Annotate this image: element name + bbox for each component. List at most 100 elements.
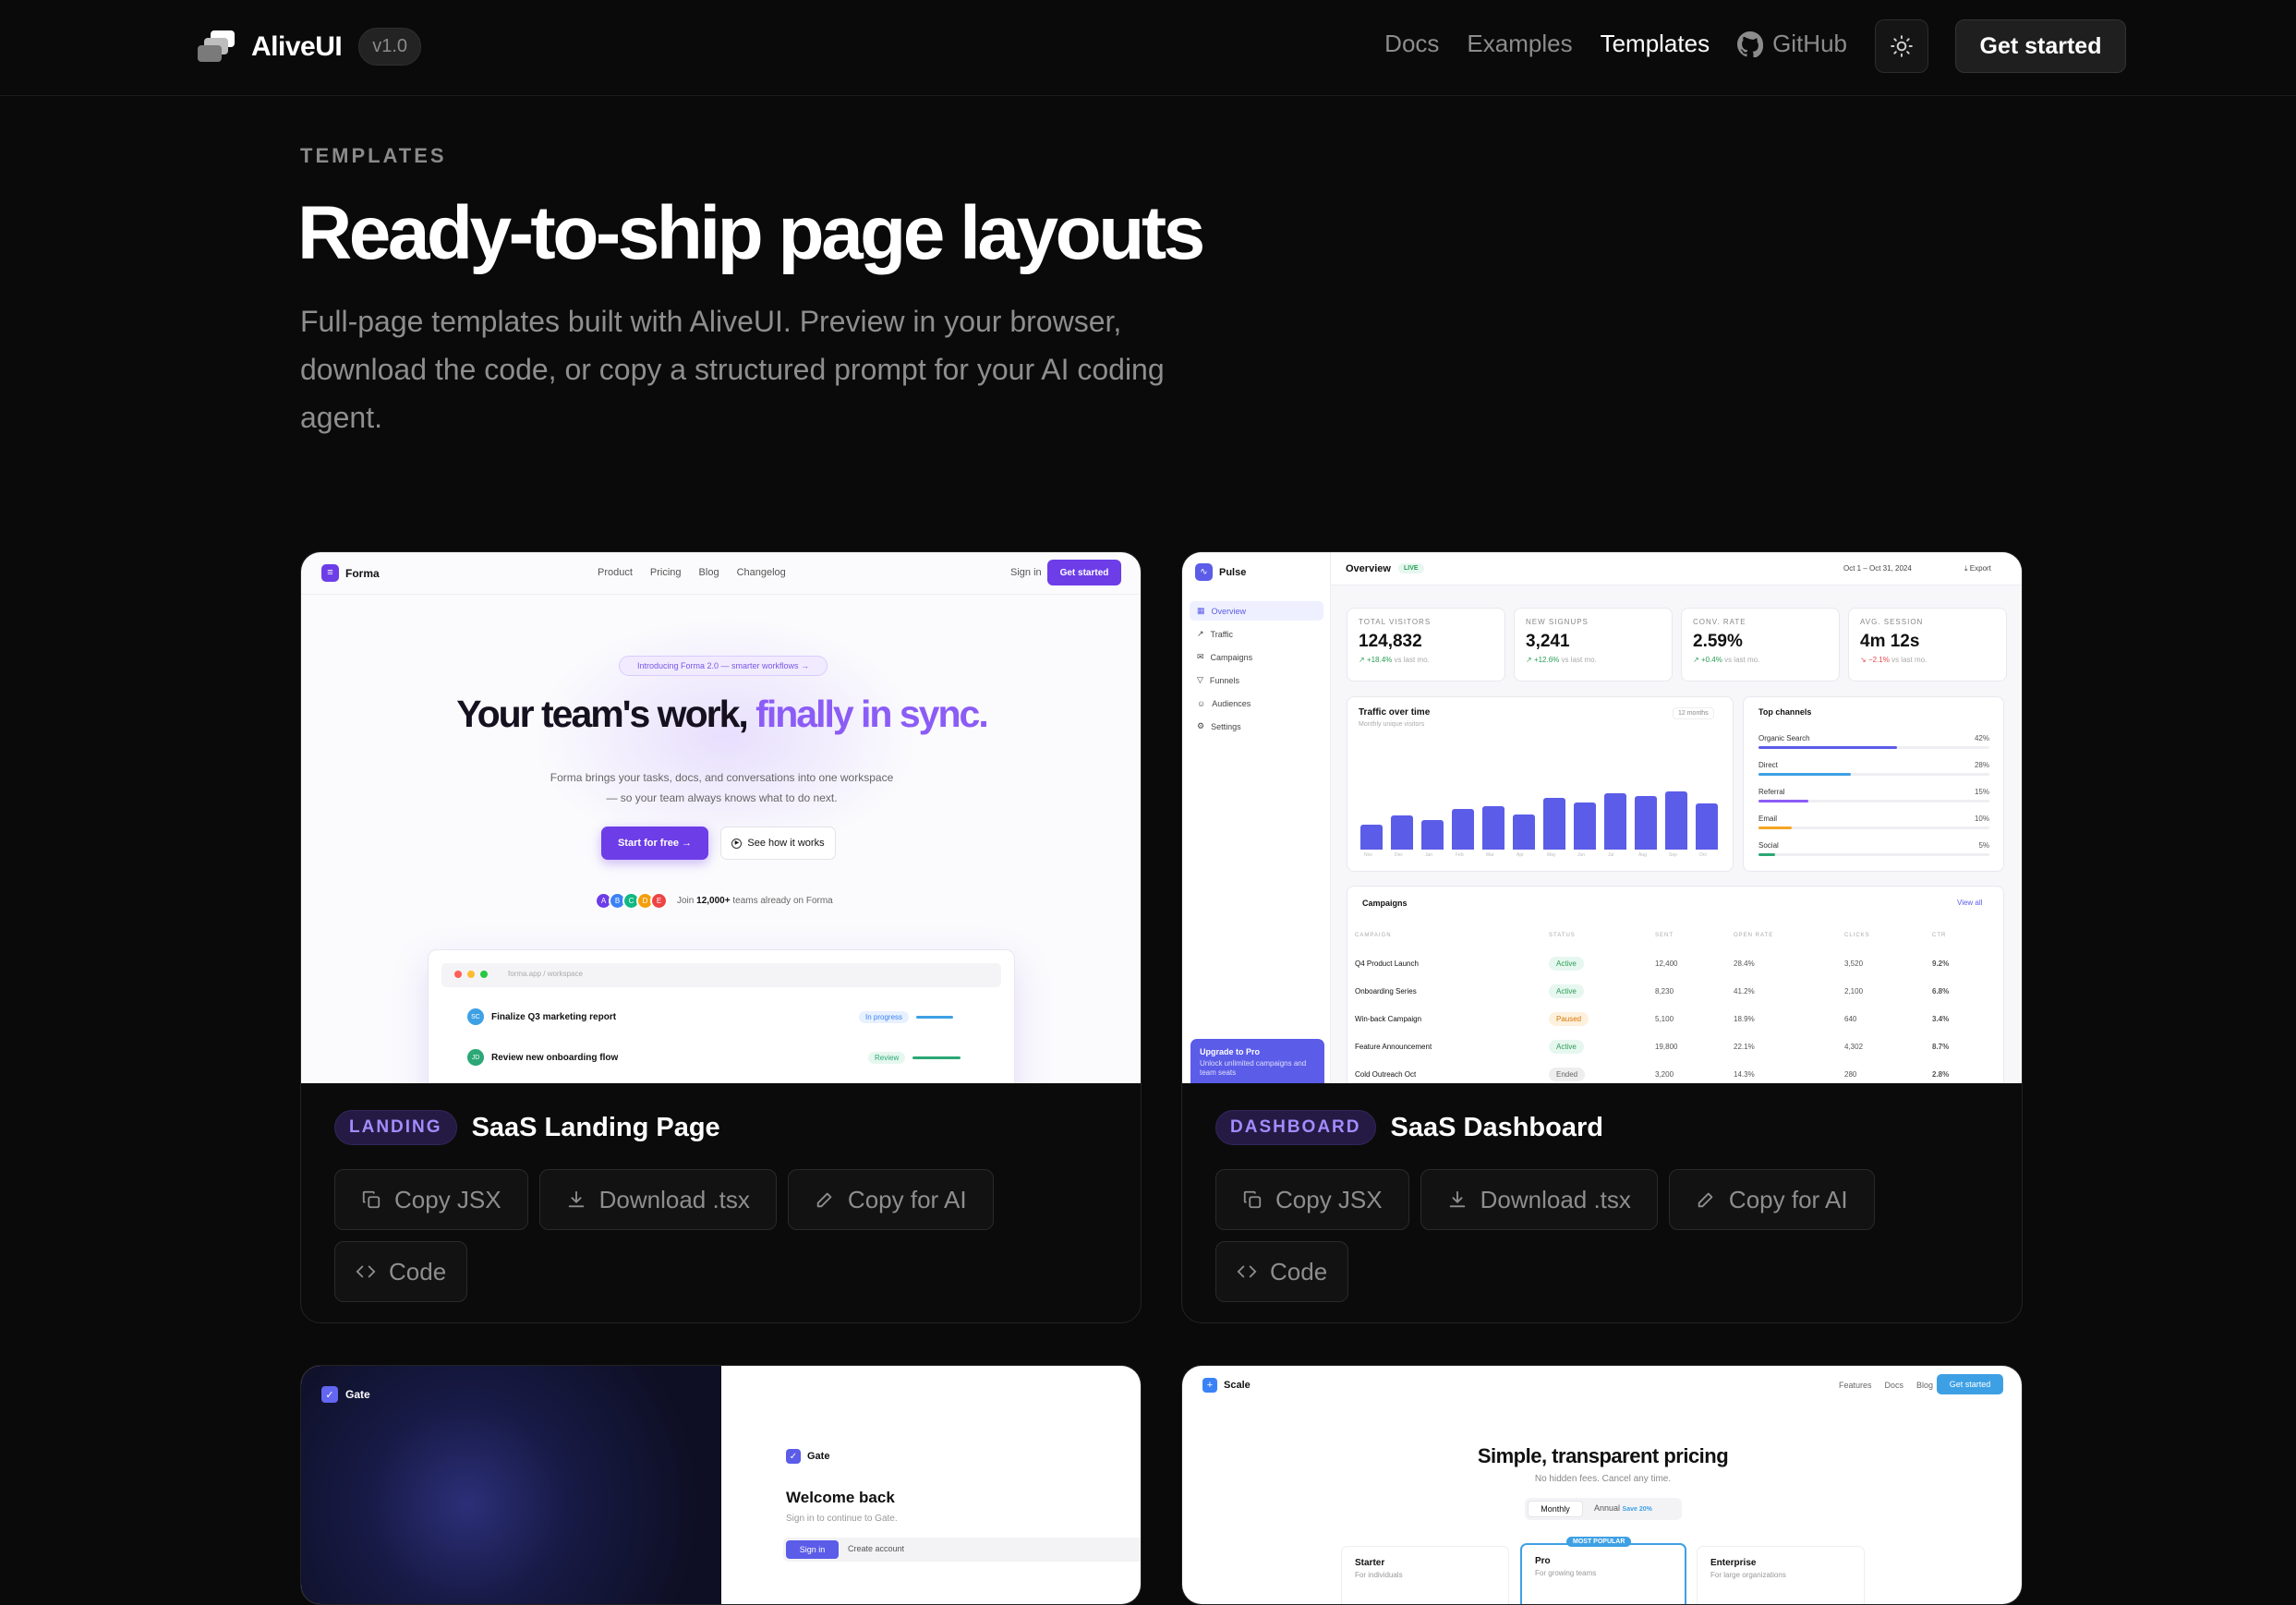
auth-preview[interactable]: ✓ Gate ✓ Gate Welcome back Sign in to co… [301, 1366, 1141, 1604]
pulse-brand[interactable]: ∿ Pulse [1195, 563, 1246, 581]
template-card-pricing: + Scale Features Docs Blog Get started S… [1181, 1365, 2023, 1605]
sidebar-item-settings[interactable]: ⚙ Settings [1190, 717, 1241, 736]
landing-start-free-button[interactable]: Start for free → [601, 827, 708, 860]
table-cell: 18.9% [1734, 1014, 1755, 1023]
sidebar-label: Audiences [1212, 698, 1251, 708]
sidebar-item-overview[interactable]: ▦ Overview [1190, 601, 1323, 621]
nav-links: Docs Examples Templates GitHub [1384, 30, 1847, 58]
status-cell: Paused [1549, 1005, 1655, 1032]
plan-card[interactable]: Starter For individuals [1341, 1546, 1509, 1604]
traffic-chart-card: Traffic over time Monthly unique visitor… [1347, 696, 1734, 872]
tab-sign-in[interactable]: Sign in [786, 1540, 839, 1559]
forma-brand[interactable]: ≡ Forma [321, 564, 380, 582]
pricing-nav-features[interactable]: Features [1839, 1381, 1872, 1390]
dashboard-preview[interactable]: ∿ Pulse ▦ Overview ↗ Traffic ✉ Campaigns ▽ F… [1182, 552, 2022, 1083]
kpi-delta-value: +0.4% [1700, 656, 1722, 664]
traffic-bar [1391, 815, 1413, 850]
code-icon [1237, 1265, 1257, 1278]
table-row[interactable]: Cold Outreach Oct Ended 3,200 14.3% 280 2.8% [1355, 1060, 1983, 1083]
billing-monthly[interactable]: Monthly [1528, 1501, 1583, 1517]
landing-announcement-badge[interactable]: Introducing Forma 2.0 — smarter workflow… [619, 656, 828, 676]
landing-nav-changelog[interactable]: Changelog [737, 567, 786, 578]
pricing-nav-docs[interactable]: Docs [1885, 1381, 1904, 1390]
gate-brand-name: Gate [345, 1388, 370, 1401]
nav-link-docs[interactable]: Docs [1384, 30, 1439, 58]
page-description: Full-page templates built with AliveUI. … [300, 305, 1165, 434]
arrow-down-icon: ↘ [1860, 656, 1867, 664]
upgrade-subtitle: Unlock unlimited campaigns and team seat… [1200, 1059, 1307, 1077]
page-title: Ready-to-ship page layouts [297, 191, 1205, 275]
scale-brand[interactable]: + Scale [1202, 1378, 1251, 1393]
pricing-nav-blog[interactable]: Blog [1916, 1381, 1933, 1390]
month-tick-label: Dec [1395, 852, 1403, 858]
auth-subtitle: Sign in to continue to Gate. [786, 1514, 898, 1524]
top-channels-title: Top channels [1758, 707, 1812, 717]
upgrade-card[interactable]: Upgrade to Pro Unlock unlimited campaign… [1190, 1039, 1324, 1083]
landing-nav-product[interactable]: Product [598, 567, 633, 578]
month-tick-label: Sep [1669, 852, 1677, 858]
code-button[interactable]: Code [334, 1241, 468, 1302]
copy-jsx-label: Copy JSX [1275, 1185, 1383, 1213]
plan-card-featured[interactable]: MOST POPULAR Pro For growing teams [1520, 1537, 1686, 1604]
gate-brand-name: Gate [807, 1451, 830, 1462]
nav-link-examples[interactable]: Examples [1467, 30, 1572, 58]
auth-welcome-title: Welcome back [786, 1489, 895, 1506]
table-cell: 8.7% [1932, 1042, 1950, 1051]
table-row[interactable]: Q4 Product Launch Active 12,400 28.4% 3,520 9… [1355, 949, 1983, 977]
landing-nav-pricing[interactable]: Pricing [650, 567, 682, 578]
download-tsx-button[interactable]: Download .tsx [538, 1169, 777, 1230]
sidebar-item-funnels[interactable]: ▽ Funnels [1190, 670, 1239, 690]
copy-jsx-button[interactable]: Copy JSX [1215, 1169, 1409, 1230]
tab-create-account[interactable]: Create account [848, 1544, 904, 1553]
table-row[interactable]: Onboarding Series Active 8,230 41.2% 2,100 6.… [1355, 977, 1983, 1005]
code-button[interactable]: Code [1215, 1241, 1349, 1302]
task-row[interactable]: SC Finalize Q3 marketing report In progr… [467, 1006, 975, 1028]
landing-nav-blog[interactable]: Blog [699, 567, 719, 578]
pricing-preview[interactable]: + Scale Features Docs Blog Get started S… [1182, 1366, 2022, 1604]
billing-annual[interactable]: Annual Save 20% [1594, 1503, 1652, 1513]
sidebar-label: Campaigns [1210, 652, 1253, 662]
copy-jsx-button[interactable]: Copy JSX [334, 1169, 528, 1230]
sidebar-label: Funnels [1209, 675, 1239, 685]
table-row[interactable]: Feature Announcement Active 19,800 22.1% 4,3… [1355, 1032, 1983, 1060]
channel-fill [1758, 800, 1808, 802]
table-row[interactable]: Win-back Campaign Paused 5,100 18.9% 640 3.4% [1355, 1005, 1983, 1032]
sidebar-item-audiences[interactable]: ☺ Audiences [1190, 694, 1251, 713]
landing-get-started-button[interactable]: Get started [1047, 560, 1121, 585]
table-cell: 12,400 [1655, 959, 1678, 968]
status-badge: Ended [1549, 1067, 1586, 1081]
download-tsx-button[interactable]: Download .tsx [1420, 1169, 1658, 1230]
channel-fill [1758, 853, 1775, 856]
auth-tabs: Sign in Create account [783, 1538, 1141, 1562]
copy-for-ai-button[interactable]: Copy for AI [1668, 1169, 1875, 1230]
landing-preview[interactable]: ≡ Forma Product Pricing Blog Changelog S… [301, 552, 1141, 1083]
brand[interactable]: AliveUI v1.0 [198, 28, 422, 66]
view-all-link[interactable]: View all [1957, 899, 1982, 907]
task-progress [912, 1056, 961, 1059]
traffic-range-select[interactable]: 12 months [1673, 707, 1714, 719]
copy-for-ai-button[interactable]: Copy for AI [787, 1169, 994, 1230]
channel-track [1758, 853, 1989, 856]
export-button[interactable]: ⤓ Export [1964, 564, 1991, 573]
nav-link-github[interactable]: GitHub [1737, 30, 1847, 58]
sidebar-item-traffic[interactable]: ↗ Traffic [1190, 624, 1233, 644]
arrow-up-icon: ↗ [1526, 656, 1532, 664]
task-row[interactable]: JD Review new onboarding flow Review [467, 1046, 975, 1068]
get-started-button[interactable]: Get started [1955, 19, 2126, 73]
gate-brand-light[interactable]: ✓ Gate [786, 1449, 829, 1464]
plan-name: Pro [1535, 1556, 1551, 1566]
sidebar-item-campaigns[interactable]: ✉ Campaigns [1190, 647, 1252, 667]
table-cell: 9.2% [1932, 959, 1950, 968]
theme-toggle-button[interactable] [1875, 19, 1928, 73]
dashboard-sidebar: ∿ Pulse ▦ Overview ↗ Traffic ✉ Campaigns ▽ F… [1182, 552, 1331, 1083]
gate-brand-dark[interactable]: ✓ Gate [321, 1386, 370, 1403]
table-cell: 3,520 [1844, 959, 1864, 968]
pricing-get-started-button[interactable]: Get started [1937, 1374, 2003, 1394]
nav-link-templates[interactable]: Templates [1601, 30, 1710, 58]
kpi-delta-value: +18.4% [1366, 656, 1393, 664]
date-range-picker[interactable]: Oct 1 – Oct 31, 2024 [1843, 564, 1912, 573]
landing-see-how-button[interactable]: ▶ See how it works [720, 827, 836, 860]
landing-signin-link[interactable]: Sign in [1010, 567, 1042, 578]
plan-card[interactable]: Enterprise For large organizations [1697, 1546, 1865, 1604]
traffic-bar [1482, 806, 1504, 850]
